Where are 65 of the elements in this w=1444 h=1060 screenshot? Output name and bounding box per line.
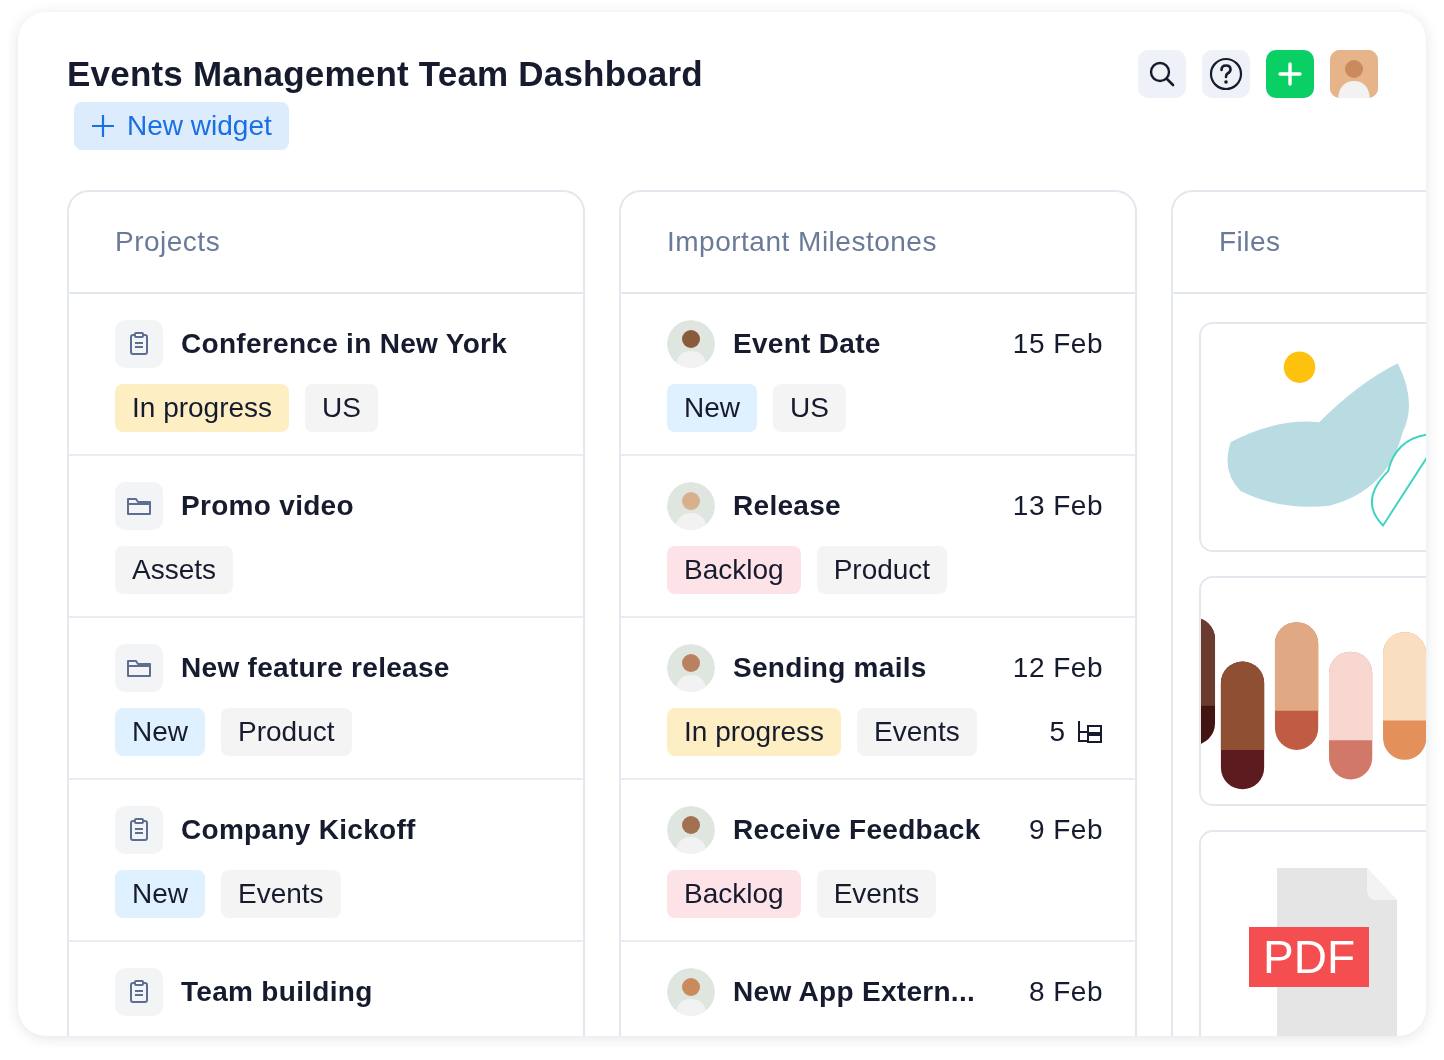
- project-row[interactable]: Promo video Assets: [69, 456, 583, 618]
- tag: In progress: [115, 384, 290, 432]
- avatar: [667, 968, 715, 1016]
- search-icon: [1148, 60, 1176, 88]
- tag: Events: [816, 870, 937, 918]
- project-name: Company Kickoff: [181, 814, 417, 846]
- milestone-date: 8 Feb: [1028, 976, 1103, 1008]
- avatar: [1330, 50, 1378, 98]
- milestone-name: Release: [733, 490, 842, 522]
- milestone-date: 15 Feb: [1012, 328, 1103, 360]
- milestone-row[interactable]: Receive Feedback 9 Feb Backlog Events: [621, 780, 1135, 942]
- avatar: [667, 644, 715, 692]
- tag: Backlog: [667, 546, 801, 594]
- milestone-date: 9 Feb: [1028, 814, 1103, 846]
- milestone-date: 12 Feb: [1012, 652, 1103, 684]
- project-row[interactable]: Conference in New York In progress US: [69, 294, 583, 456]
- project-row[interactable]: New feature release New Product: [69, 618, 583, 780]
- dashboard-title: Events Management Team Dashboard: [67, 54, 703, 94]
- milestone-name: Sending mails: [733, 652, 928, 684]
- clipboard-icon: [129, 980, 149, 1004]
- subtask-count: 5: [1049, 716, 1065, 748]
- clipboard-icon: [129, 818, 149, 842]
- tag: Product: [221, 708, 352, 756]
- milestone-name: Event Date: [733, 328, 882, 360]
- project-row[interactable]: Team building: [69, 942, 583, 1036]
- milestone-row[interactable]: Sending mails 12 Feb In progress Events 5: [621, 618, 1135, 780]
- tag: US: [773, 384, 846, 432]
- milestone-date: 13 Feb: [1012, 490, 1103, 522]
- pdf-label: PDF: [1249, 927, 1369, 987]
- project-name: New feature release: [181, 652, 451, 684]
- project-name: Team building: [181, 976, 374, 1008]
- project-name: Promo video: [181, 490, 355, 522]
- avatar: [667, 806, 715, 854]
- tag: Assets: [115, 546, 234, 594]
- card-title: Projects: [115, 226, 221, 258]
- subtasks-icon: [1077, 720, 1103, 744]
- project-row[interactable]: Company Kickoff New Events: [69, 780, 583, 942]
- new-widget-button[interactable]: New widget: [74, 102, 289, 150]
- milestone-row[interactable]: Event Date 15 Feb New US: [621, 294, 1135, 456]
- plus-icon: [91, 114, 115, 138]
- tag: New: [115, 708, 205, 756]
- folder-icon: [126, 496, 152, 516]
- help-icon: [1209, 57, 1243, 91]
- milestone-name: Receive Feedback: [733, 814, 982, 846]
- plus-icon: [1278, 62, 1302, 86]
- tag: Backlog: [667, 870, 801, 918]
- clipboard-icon: [129, 332, 149, 356]
- tag: In progress: [667, 708, 842, 756]
- tag: New: [115, 870, 205, 918]
- milestone-name: New App Extern...: [733, 976, 977, 1008]
- tag: Events: [221, 870, 341, 918]
- card-title: Important Milestones: [667, 226, 937, 258]
- help-button[interactable]: [1202, 50, 1250, 98]
- tag: Events: [857, 708, 977, 756]
- folder-icon: [126, 658, 152, 678]
- project-name: Conference in New York: [181, 328, 509, 360]
- tag: US: [305, 384, 378, 432]
- search-button[interactable]: [1138, 50, 1186, 98]
- milestone-row[interactable]: Release 13 Feb Backlog Product: [621, 456, 1135, 618]
- milestone-row[interactable]: New App Extern... 8 Feb: [621, 942, 1135, 1036]
- tag: New: [667, 384, 757, 432]
- tag: Product: [816, 546, 948, 594]
- card-title: Files: [1219, 226, 1281, 258]
- avatar: [667, 482, 715, 530]
- avatar: [667, 320, 715, 368]
